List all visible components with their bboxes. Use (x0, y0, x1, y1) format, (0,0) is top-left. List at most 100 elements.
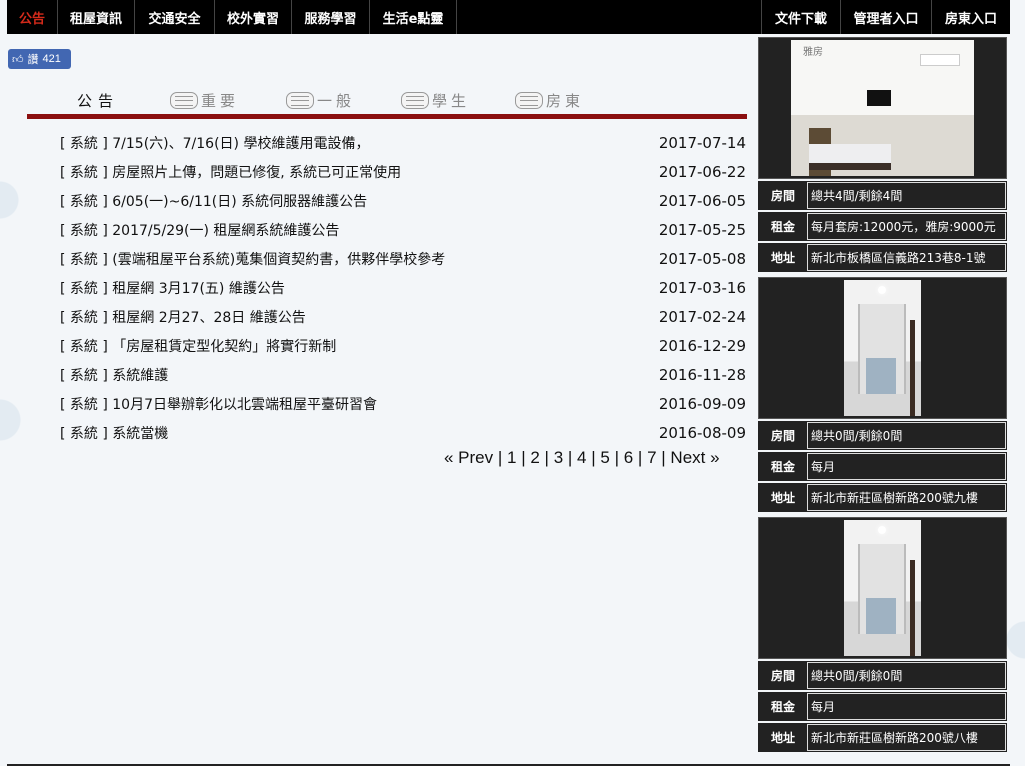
pillar-shape (910, 560, 915, 656)
address-value[interactable]: 新北市新莊區樹新路200號九樓 (807, 484, 1006, 511)
pager-separator: | (563, 448, 578, 467)
nav-service-learning[interactable]: 服務學習 (292, 0, 370, 34)
tab-label: 公告 (77, 92, 120, 110)
announcement-date: 2017-07-14 (658, 133, 746, 152)
rent-label: 租金 (770, 700, 795, 714)
fb-like-button[interactable]: 👍︎ 讚 421 (8, 49, 71, 69)
tab-label: 重要 (201, 92, 240, 110)
fb-like-count: 421 (42, 53, 61, 65)
announcement-link[interactable]: [ 系統 ] 租屋網 2月27、28日 維護公告 (60, 307, 306, 327)
announcement-date: 2017-05-25 (658, 220, 746, 239)
announcement-date: 2017-06-22 (658, 162, 746, 181)
announcement-date: 2016-11-28 (658, 365, 746, 384)
listing-address-row: 地址 新北市新莊區樹新路200號九樓 (758, 483, 1007, 512)
listing-photo-frame (758, 517, 1007, 659)
listing-photo[interactable]: 雅房 (791, 40, 974, 176)
announcement-link[interactable]: [ 系統 ] 租屋網 3月17(五) 維護公告 (60, 278, 285, 298)
pagination: « Prev | 1 | 2 | 3 | 4 | 5 | 6 | 7 | Nex… (444, 448, 720, 468)
page-link-3[interactable]: 3 (554, 448, 563, 467)
announcement-link[interactable]: [ 系統 ] 2017/5/29(一) 租屋網系統維護公告 (60, 220, 339, 240)
nav-traffic-safety[interactable]: 交通安全 (135, 0, 215, 34)
pillar-shape (910, 320, 915, 416)
listing-photo-frame: 雅房 (758, 37, 1007, 179)
rooms-label: 房間 (770, 669, 795, 683)
list-item: [ 系統 ] 租屋網 3月17(五) 維護公告 2017-03-16 (60, 273, 746, 302)
nav-landlord-login[interactable]: 房東入口 (931, 0, 1010, 34)
top-nav: 公告 租屋資訊 交通安全 校外實習 服務學習 生活e點靈 文件下載 管理者入口 … (7, 0, 1010, 34)
rental-listing: 雅房 房間 總共4間/剩餘4間 租金 每月套房:12000元，雅房:9000元 地址… (758, 37, 1007, 272)
pager-separator: | (493, 448, 508, 467)
listing-rooms-row: 房間 總共0間/剩餘0間 (758, 421, 1007, 450)
announcement-list: [ 系統 ] 7/15(六)、7/16(日) 學校維護用電設備， 2017-07-… (60, 128, 746, 447)
rent-value: 每月套房:12000元，雅房:9000元 (807, 213, 1006, 240)
address-label: 地址 (770, 731, 795, 745)
listing-photo[interactable] (844, 520, 921, 656)
list-item: [ 系統 ] 2017/5/29(一) 租屋網系統維護公告 2017-05-25 (60, 215, 746, 244)
announcement-link[interactable]: [ 系統 ] 系統維護 (60, 365, 168, 385)
nav-admin-login[interactable]: 管理者入口 (840, 0, 931, 34)
tab-students[interactable]: 學生 (401, 90, 470, 111)
announcement-link[interactable]: [ 系統 ] 6/05(一)~6/11(日) 系統伺服器維護公告 (60, 191, 367, 211)
announcement-link[interactable]: [ 系統 ] 10月7日舉辦彰化以北雲端租屋平臺研習會 (60, 394, 377, 414)
pager-separator: | (656, 448, 671, 467)
page-link-4[interactable]: 4 (577, 448, 586, 467)
air-conditioner-shape (920, 54, 960, 66)
listing-rooms-row: 房間 總共4間/剩餘4間 (758, 181, 1007, 210)
window-shape (866, 598, 896, 634)
page-link-7[interactable]: 7 (647, 448, 656, 467)
listing-photo-frame (758, 277, 1007, 419)
announcement-date: 2017-02-24 (658, 307, 746, 326)
list-icon (286, 92, 314, 109)
pager-separator: | (516, 448, 531, 467)
rental-listing: 房間 總共0間/剩餘0間 租金 每月 地址 新北市新莊區樹新路200號九樓 (758, 277, 1007, 512)
announcement-link[interactable]: [ 系統 ] (雲端租屋平台系統)蒐集個資契約書，供夥伴學校參考 (60, 249, 445, 269)
address-value[interactable]: 新北市板橋區信義路213巷8-1號 (807, 244, 1006, 271)
nav-downloads[interactable]: 文件下載 (761, 0, 840, 34)
address-value[interactable]: 新北市新莊區樹新路200號八樓 (807, 724, 1006, 751)
rent-value: 每月 (807, 453, 1006, 480)
next-page-link[interactable]: Next » (670, 448, 719, 467)
nav-announcements[interactable]: 公告 (7, 0, 58, 34)
list-icon (515, 92, 543, 109)
address-label: 地址 (770, 491, 795, 505)
rooms-value: 總共4間/剩餘4間 (807, 182, 1006, 209)
page-link-2[interactable]: 2 (530, 448, 539, 467)
nav-life-e[interactable]: 生活e點靈 (370, 0, 457, 34)
nav-rental-info[interactable]: 租屋資訊 (58, 0, 135, 34)
ceiling-light-shape (878, 526, 886, 534)
page-link-5[interactable]: 5 (600, 448, 609, 467)
announcement-tabs: 公告 重要 一般 學生 房東 (27, 86, 747, 119)
announcement-link[interactable]: [ 系統 ] 房屋照片上傳，問題已修復, 系統已可正常使用 (60, 162, 401, 182)
listing-address-row: 地址 新北市板橋區信義路213巷8-1號 (758, 243, 1007, 272)
nav-internship[interactable]: 校外實習 (215, 0, 292, 34)
listing-photo[interactable] (844, 280, 921, 416)
page-link-6[interactable]: 6 (624, 448, 633, 467)
tab-important[interactable]: 重要 (170, 90, 239, 111)
listing-rent-row: 租金 每月 (758, 692, 1007, 721)
fb-like-label: 讚 (27, 54, 39, 66)
announcement-link[interactable]: [ 系統 ] 系統當機 (60, 423, 168, 443)
thumbs-up-icon: 👍︎ (12, 53, 24, 66)
announcement-date: 2016-09-09 (658, 394, 746, 413)
photo-caption: 雅房 (803, 47, 823, 58)
tab-general[interactable]: 一般 (286, 90, 355, 111)
rental-listing: 房間 總共0間/剩餘0間 租金 每月 地址 新北市新莊區樹新路200號八樓 (758, 517, 1007, 752)
pager-separator: | (539, 448, 554, 467)
list-item: [ 系統 ] 系統當機 2016-08-09 (60, 418, 746, 447)
tab-announcements[interactable]: 公告 (77, 90, 119, 111)
listing-rent-row: 租金 每月 (758, 452, 1007, 481)
announcement-date: 2017-06-05 (658, 191, 746, 210)
pager-separator: | (586, 448, 601, 467)
address-label: 地址 (770, 251, 795, 265)
announcement-link[interactable]: [ 系統 ] 7/15(六)、7/16(日) 學校維護用電設備， (60, 133, 369, 153)
announcement-date: 2016-08-09 (658, 423, 746, 442)
prev-page-link[interactable]: « Prev (444, 448, 493, 467)
rooms-label: 房間 (770, 189, 795, 203)
announcement-link[interactable]: [ 系統 ] 「房屋租賃定型化契約」將實行新制 (60, 336, 336, 356)
listing-rooms-row: 房間 總共0間/剩餘0間 (758, 661, 1007, 690)
list-icon (401, 92, 429, 109)
listing-address-row: 地址 新北市新莊區樹新路200號八樓 (758, 723, 1007, 752)
rental-listings: 雅房 房間 總共4間/剩餘4間 租金 每月套房:12000元，雅房:9000元 地址… (758, 37, 1007, 757)
tab-landlords[interactable]: 房東 (515, 90, 584, 111)
tab-label: 學生 (432, 92, 471, 110)
